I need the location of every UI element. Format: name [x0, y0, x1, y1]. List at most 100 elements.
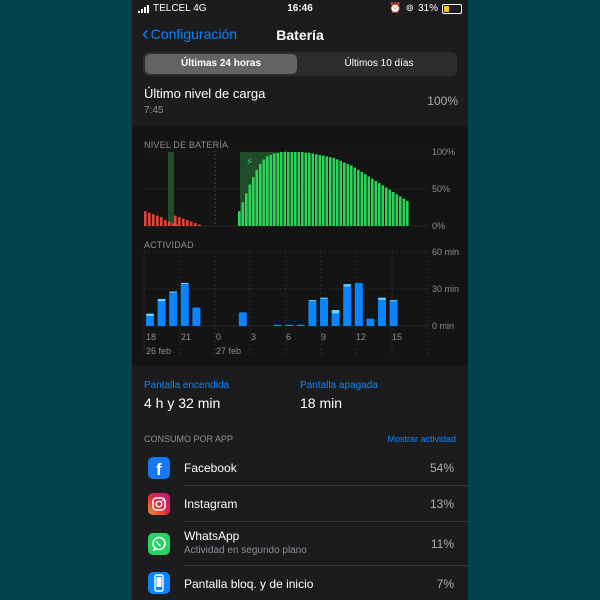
activity-date-label: 27 feb: [216, 346, 241, 356]
battery-bar-green: [346, 163, 350, 226]
battery-bar-green: [392, 191, 395, 226]
battery-bar-green: [343, 162, 346, 226]
battery-bar-green: [311, 153, 315, 226]
battery-bar-green: [385, 187, 388, 226]
activity-bar-background: [180, 282, 189, 285]
activity-bar: [354, 282, 363, 326]
activity-bar-background: [378, 297, 386, 301]
app-row-facebook[interactable]: f Facebook 54%: [132, 450, 468, 486]
battery-bar-red: [164, 220, 167, 226]
alarm-icon: ⏰: [389, 3, 402, 14]
whatsapp-icon: [148, 533, 170, 555]
status-bar: TELCEL 4G 16:46 ⏰ ⊚ 31%: [132, 0, 468, 18]
activity-bar: [331, 313, 340, 326]
battery-bar-green: [301, 152, 304, 226]
charging-bolt-icon: ⚡: [246, 157, 253, 168]
activity-y-tick: 60 min: [432, 247, 459, 257]
battery-bar-green: [290, 152, 294, 226]
instagram-icon: [148, 493, 170, 515]
screen-off-label: Pantalla apagada: [300, 380, 378, 391]
battery-bar-green: [245, 193, 248, 226]
battery-bar-green: [371, 178, 374, 226]
app-name: Instagram: [184, 497, 238, 511]
battery-bar-red: [190, 221, 193, 226]
activity-x-tick: 0: [216, 332, 221, 342]
show-activity-link[interactable]: Mostrar actividad: [387, 434, 456, 444]
activity-bar: [273, 324, 282, 326]
battery-bar-green: [357, 169, 360, 226]
battery-bar-red: [178, 217, 181, 226]
app-row-instagram[interactable]: Instagram 13%: [132, 486, 468, 522]
activity-bar: [296, 324, 305, 326]
battery-bar-red: [144, 211, 147, 226]
battery-bar-green: [262, 159, 266, 226]
battery-bar-red: [174, 215, 177, 226]
battery-bar-green: [297, 152, 301, 226]
activity-x-tick: 6: [286, 332, 291, 342]
battery-bar-red: [186, 220, 189, 226]
battery-bar-green: [269, 154, 273, 226]
battery-bar-green: [315, 154, 318, 226]
segment-24-hours[interactable]: Últimas 24 horas: [145, 54, 297, 74]
activity-bar: [285, 324, 294, 326]
battery-bar-green: [241, 202, 245, 226]
battery-bar-green: [367, 176, 371, 226]
activity-bar-background: [157, 298, 166, 302]
battery-bar-green: [259, 163, 262, 226]
battery-bar-green: [381, 185, 385, 226]
usage-by-app-title: CONSUMO POR APP: [144, 434, 234, 444]
battery-bar-red: [182, 218, 185, 226]
app-row-whatsapp[interactable]: WhatsApp Actividad en segundo plano 11%: [132, 522, 468, 566]
activity-bar: [389, 301, 398, 326]
battery-bar-green: [332, 157, 336, 226]
activity-bar-background: [331, 309, 340, 314]
battery-bar-green: [255, 169, 259, 226]
screen-off-stat: Pantalla apagada 18 min: [300, 380, 378, 411]
battery-bar-green: [276, 152, 280, 226]
battery-bar-green: [248, 184, 252, 226]
activity-y-tick: 0 min: [432, 321, 454, 331]
battery-bar-red: [156, 215, 159, 226]
segment-10-days[interactable]: Últimos 10 días: [303, 54, 455, 74]
battery-bar-green: [339, 160, 343, 226]
usage-by-app-header: CONSUMO POR APP Mostrar actividad: [144, 434, 456, 444]
last-charge-label: Último nivel de carga: [144, 86, 266, 101]
battery-bar-green: [325, 156, 329, 226]
navigation-bar: ‹ Configuración Batería: [132, 22, 468, 48]
battery-bar-green: [287, 152, 290, 226]
battery-y-tick: 0%: [432, 221, 445, 231]
battery-bar-green: [273, 153, 276, 226]
activity-x-tick: 18: [146, 332, 156, 342]
time-range-segmented-control: Últimas 24 horas Últimos 10 días: [143, 52, 457, 76]
activity-bar: [169, 292, 178, 326]
screen-on-value: 4 h y 32 min: [144, 395, 221, 411]
activity-x-tick: 9: [321, 332, 326, 342]
battery-bar-red: [152, 214, 155, 226]
battery-bar-red: [198, 224, 201, 226]
battery-bar-green: [308, 152, 311, 226]
battery-y-tick: 100%: [432, 147, 455, 157]
activity-bar: [366, 318, 375, 326]
battery-bar-green: [406, 200, 409, 226]
phone-screen-icon: [148, 572, 170, 594]
svg-text:f: f: [156, 460, 162, 479]
activity-bar-background: [343, 284, 352, 287]
activity-x-tick: 15: [392, 332, 402, 342]
app-percent: 54%: [429, 461, 454, 475]
activity-bar: [308, 301, 317, 326]
app-percent: 13%: [429, 497, 454, 511]
battery-bar-green: [353, 167, 357, 226]
battery-bar-green: [322, 155, 325, 226]
app-row-lock-home-screen[interactable]: Pantalla bloq. y de inicio 7%: [132, 566, 468, 600]
activity-bar-background: [320, 297, 328, 299]
last-charge-time: 7:45: [144, 105, 164, 116]
battery-activity-charts: 100% 50% 0% ⚡ 60 min 30 min 0 min 18 21 0 3 6 9 12 15 2…: [143, 147, 459, 356]
battery-bar-green: [395, 194, 399, 226]
battery-bar-green: [402, 198, 406, 226]
activity-x-tick: 3: [251, 332, 256, 342]
app-name: Pantalla bloq. y de inicio: [184, 577, 314, 591]
battery-bar-green: [283, 152, 287, 226]
screen-off-value: 18 min: [300, 395, 343, 411]
activity-bar-background: [308, 300, 317, 302]
activity-bar: [192, 307, 201, 326]
